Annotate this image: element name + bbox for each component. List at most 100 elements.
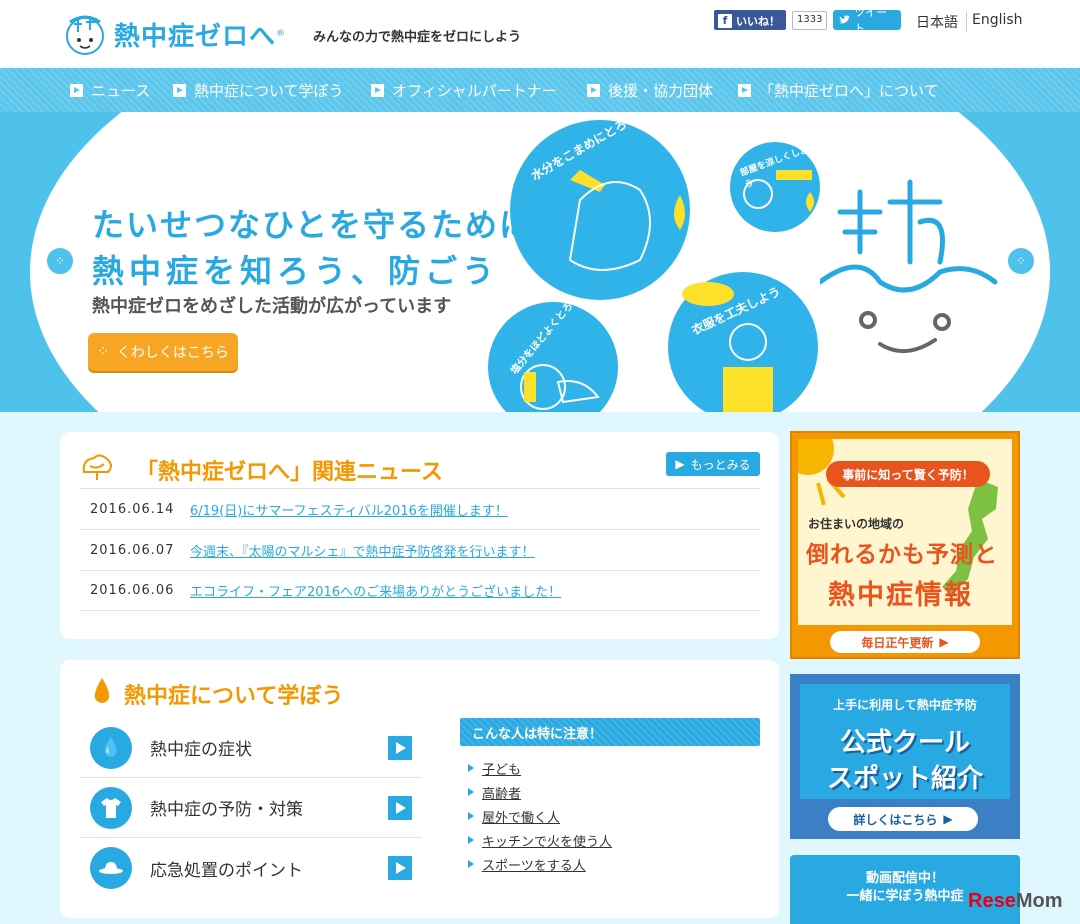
site-header: 熱中症ゼロへ ® みんなの力で熱中症をゼロにしよう f いいね！ 1333 ツイ…	[0, 0, 1080, 68]
cool-spot-banner-headline-2: スポット紹介	[826, 764, 983, 794]
netsu-character-icon	[820, 179, 998, 353]
hat-icon	[90, 847, 132, 889]
nav-item-label: 熱中症について学ぼう	[194, 82, 344, 100]
learn-item-prevention[interactable]: 熱中症の予防・対策	[80, 778, 422, 838]
hero-carousel: たいせつなひとを守るために 熱中症を知ろう、防ごう 熱中症ゼロをめざした活動が広…	[0, 112, 1080, 412]
play-arrow-icon	[587, 84, 600, 97]
water-drop-icon	[94, 678, 110, 703]
language-english-link[interactable]: English	[972, 12, 1023, 28]
facebook-like-label: いいね！	[736, 15, 780, 28]
circle-arrow-icon: ▶	[943, 812, 953, 826]
cool-spot-banner-panel: 上手に利用して熱中症予防 公式クール スポット紹介	[800, 684, 1010, 799]
play-arrow-icon	[173, 84, 186, 97]
tshirt-icon	[90, 786, 132, 829]
news-date: 2016.06.07	[90, 542, 175, 558]
learn-section: 熱中症について学ぼう 💧 熱中症の症状 熱中症の予防・対策 応急処置のポイント …	[60, 660, 779, 918]
cool-room-illustration: 部屋を涼しくしよう	[730, 142, 820, 232]
nav-item-news[interactable]: ニュース	[70, 80, 150, 101]
forecast-banner[interactable]: 事前に知って賢く予防！ お住まいの地域の 倒れるかも予測と 熱中症情報 毎日正午…	[790, 431, 1020, 659]
registered-mark: ®	[276, 29, 286, 39]
cool-spot-banner[interactable]: 上手に利用して熱中症予防 公式クール スポット紹介 詳しくはこちら ▶	[790, 674, 1020, 839]
circle-arrow-icon: ▶	[939, 635, 949, 649]
netsu-mascot-icon	[66, 15, 104, 55]
cool-spot-banner-button-label: 詳しくはこちら	[853, 812, 938, 827]
nav-item-learn[interactable]: 熱中症について学ぼう	[173, 80, 344, 101]
caution-item-sports[interactable]: スポーツをする人	[468, 852, 612, 876]
forecast-banner-headline-2: 熱中症情報	[828, 580, 973, 611]
play-arrow-icon	[738, 84, 751, 97]
tree-icon	[82, 454, 112, 480]
carousel-next-button[interactable]: ⁘	[1006, 246, 1036, 276]
cool-spot-banner-headline-1: 公式クール	[839, 728, 970, 758]
hero-cta-label: くわしくはこちら	[116, 345, 229, 361]
learn-item-label: 応急処置のポイント	[150, 860, 303, 881]
hero-subtitle: 熱中症ゼロをめざした活動が広がっています	[92, 296, 452, 317]
site-logo[interactable]: 熱中症ゼロへ ®	[60, 10, 285, 58]
watermark-prefix: Rese	[968, 890, 1016, 912]
forecast-banner-tag: 事前に知って賢く予防！	[826, 461, 990, 487]
forecast-banner-button[interactable]: 毎日正午更新 ▶	[830, 631, 980, 653]
nav-item-supporters[interactable]: 後援・協力団体	[587, 80, 713, 101]
learn-item-label: 熱中症の症状	[150, 740, 252, 760]
hydrate-illustration: 水分をこまめにとろう	[510, 112, 690, 300]
drops-icon: 💧	[90, 726, 132, 769]
nav-item-partners[interactable]: オフィシャルパートナー	[371, 80, 557, 101]
nav-item-label: 「熱中症ゼロへ」について	[759, 82, 939, 100]
play-arrow-icon	[70, 84, 83, 97]
news-section-title: 「熱中症ゼロへ」関連ニュース	[136, 460, 443, 485]
learn-item-label: 熱中症の予防・対策	[150, 800, 303, 820]
facebook-like-count: 1333	[792, 11, 828, 30]
news-link[interactable]: エコライフ・フェア2016へのご来場ありがとうございました！	[190, 581, 561, 600]
play-arrow-icon	[388, 735, 412, 760]
learn-section-title: 熱中症について学ぼう	[124, 684, 344, 709]
cool-spot-banner-sub: 上手に利用して熱中症予防	[833, 698, 977, 712]
play-arrow-icon	[388, 856, 412, 880]
twitter-bird-icon	[839, 15, 851, 24]
tagline: みんなの力で熱中症をゼロにしよう	[313, 30, 522, 45]
caution-heading: こんな人は特に注意！	[460, 718, 760, 746]
watermark-suffix: Mom	[1015, 890, 1063, 912]
news-row: 2016.06.14 6/19(日)にサマーフェスティバル2016を開催します！	[80, 488, 760, 529]
nav-item-about[interactable]: 「熱中症ゼロへ」について	[738, 80, 939, 101]
nav-item-label: 後援・協力団体	[608, 82, 714, 100]
play-arrow-icon: ▶	[675, 457, 685, 471]
news-link[interactable]: 6/19(日)にサマーフェスティバル2016を開催します！	[190, 500, 508, 519]
play-arrow-icon	[388, 795, 412, 820]
right-arrow-icon: ⁘	[1015, 254, 1027, 268]
learn-item-first-aid[interactable]: 応急処置のポイント	[80, 838, 422, 898]
left-arrow-icon: ⁘	[54, 254, 66, 268]
clothing-illustration: 衣服を工夫しよう	[668, 272, 818, 412]
cool-spot-banner-button[interactable]: 詳しくはこちら ▶	[828, 807, 978, 831]
news-date: 2016.06.06	[90, 583, 175, 598]
caution-item-elderly[interactable]: 高齢者	[468, 780, 612, 804]
hero-details-button[interactable]: ⁘ くわしくはこちら	[88, 333, 238, 371]
news-link[interactable]: 今週末、『太陽のマルシェ』で熱中症予防啓発を行います！	[190, 541, 535, 560]
forecast-banner-panel: 事前に知って賢く予防！ お住まいの地域の 倒れるかも予測と 熱中症情報	[798, 439, 1012, 625]
nav-item-label: ニュース	[91, 82, 151, 100]
forecast-banner-button-label: 毎日正午更新	[861, 635, 934, 650]
news-row: 2016.06.06 エコライフ・フェア2016へのご来場ありがとうございました…	[80, 570, 760, 611]
caution-list: 子ども 高齢者 屋外で働く人 キッチンで火を使う人 スポーツをする人	[468, 756, 612, 876]
hero-headline-1: たいせつなひとを守るために	[92, 206, 534, 244]
resemom-watermark: ReseMom	[968, 890, 1062, 913]
hero-headline-2: 熱中症を知ろう、防ごう	[92, 252, 500, 290]
sun-hat-person-icon	[682, 282, 773, 412]
news-section: 「熱中症ゼロへ」関連ニュース ▶ もっとみる 2016.06.14 6/19(日…	[60, 432, 779, 639]
tweet-button[interactable]: ツイート	[833, 6, 901, 35]
news-row: 2016.06.07 今週末、『太陽のマルシェ』で熱中症予防啓発を行います！	[80, 529, 760, 570]
logo-text: 熱中症ゼロへ	[114, 21, 277, 52]
learn-item-symptoms[interactable]: 💧 熱中症の症状	[80, 718, 422, 778]
tweet-label: ツイート	[854, 6, 888, 35]
forecast-banner-headline-1: 倒れるかも予測と	[806, 542, 998, 568]
dots-arrow-icon: ⁘	[97, 344, 109, 360]
news-more-label: もっとみる	[690, 457, 751, 472]
facebook-like-button[interactable]: f いいね！	[714, 10, 786, 30]
nav-item-label: オフィシャルパートナー	[392, 82, 557, 100]
carousel-prev-button[interactable]: ⁘	[45, 246, 75, 276]
caution-item-kitchen[interactable]: キッチンで火を使う人	[468, 828, 612, 852]
language-japanese-link[interactable]: 日本語	[916, 12, 967, 32]
news-more-button[interactable]: ▶ もっとみる	[666, 452, 760, 476]
caution-item-outdoor-workers[interactable]: 屋外で働く人	[468, 804, 612, 828]
video-banner-line-1: 動画配信中！	[865, 871, 944, 886]
caution-item-children[interactable]: 子ども	[468, 756, 612, 780]
